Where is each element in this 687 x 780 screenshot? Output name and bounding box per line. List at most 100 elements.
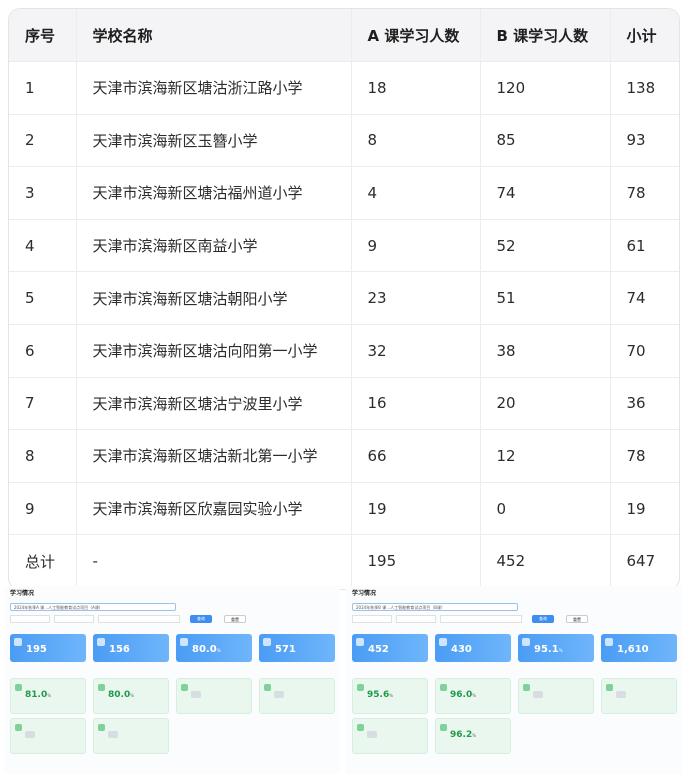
table-row: 1 天津市滨海新区塘沽浙江路小学 18 120 138 [9,61,679,115]
cell-subtotal: 78 [610,166,679,220]
cell-subtotal: 138 [610,61,679,115]
dashboard-title: 学习情况 [10,590,35,597]
region-select[interactable] [352,615,392,623]
cell-school-name: 天津市滨海新区玉簪小学 [76,114,352,168]
cell-b-count: 85 [480,114,611,168]
stat-card: 80.0% [176,634,252,662]
rate-card: 96.0% [435,678,511,714]
cell-school-name: 天津市滨海新区塘沽福州道小学 [76,166,352,220]
header-b-course-count[interactable]: B 课学习人数 [480,9,611,62]
course-select[interactable]: 2024年秋季A 课…人工智能教育试点项目（A课） [10,603,176,611]
table-row: 7 天津市滨海新区塘沽宁波里小学 16 20 36 [9,377,679,431]
cell-school-name: 天津市滨海新区欣嘉园实验小学 [76,482,352,536]
header-index[interactable]: 序号 [9,9,77,62]
cell-index: 7 [9,377,77,431]
header-a-course-count[interactable]: A 课学习人数 [351,9,481,62]
doc-icon [98,684,105,691]
cell-a-count: 23 [351,271,481,325]
chart-icon [522,638,530,646]
rate-card: 95.6% [352,678,428,714]
header-school-name[interactable]: 学校名称 [76,9,352,62]
doc-icon [264,684,271,691]
filter-row: 查询 重置 [352,615,672,624]
cell-b-count: 12 [480,429,611,483]
table-row: 6 天津市滨海新区塘沽向阳第一小学 32 38 70 [9,324,679,378]
doc-icon [181,684,188,691]
rate-card-empty [259,678,335,714]
people-icon [14,638,22,646]
rate-card-empty [93,718,169,754]
stat-card: 571 [259,634,335,662]
cell-grand-total: 647 [626,552,656,571]
b-course-dashboard-thumbnail: 学习情况 2024年秋季B 课…人工智能教育试点项目（B课） 查询 重置 452… [346,586,682,774]
rate-card-empty [518,678,594,714]
table-row: 3 天津市滨海新区塘沽福州道小学 4 74 78 [9,166,679,220]
cell-subtotal: 19 [610,482,679,536]
rate-card: 81.0% [10,678,86,714]
cell-total-label: 总计 [9,534,77,587]
doc-icon [15,724,22,731]
cell-b-total: 452 [480,534,611,587]
table-row: 4 天津市滨海新区南益小学 9 52 61 [9,219,679,273]
cell-index: 3 [9,166,77,220]
cell-school-name: 天津市滨海新区塘沽浙江路小学 [76,61,352,115]
doc-icon [98,724,105,731]
query-button[interactable]: 查询 [532,615,554,623]
reset-button[interactable]: 重置 [566,615,588,623]
cell-index: 6 [9,324,77,378]
cell-subtotal: 61 [610,219,679,273]
cell-index: 9 [9,482,77,536]
time-icon [605,638,613,646]
doc-icon [440,724,447,731]
cell-a-total: 195 [351,534,481,587]
school-select[interactable] [54,615,94,623]
cell-index: 8 [9,429,77,483]
region-select[interactable] [10,615,50,623]
header-subtotal[interactable]: 小计 [610,9,679,62]
rate-card-empty [352,718,428,754]
cell-a-count: 18 [351,61,481,115]
query-button[interactable]: 查询 [190,615,212,623]
rate-card-empty [10,718,86,754]
cell-school-name: 天津市滨海新区塘沽向阳第一小学 [76,324,352,378]
course-select[interactable]: 2024年秋季B 课…人工智能教育试点项目（B课） [352,603,518,611]
cell-b-count: 52 [480,219,611,273]
cell-index: 1 [9,61,77,115]
doc-icon [440,684,447,691]
rate-card: 96.2% [435,718,511,754]
cell-a-count: 19 [351,482,481,536]
cell-index: 5 [9,271,77,325]
cell-b-count: 51 [480,271,611,325]
cell-subtotal: 70 [610,324,679,378]
keyword-input[interactable] [440,615,522,623]
school-stats-table-card: 序号 学校名称 A 课学习人数 B 课学习人数 小计 1 天津市滨海新区塘沽浙江… [8,8,680,590]
people-icon [356,638,364,646]
cell-school-name: 天津市滨海新区南益小学 [76,219,352,273]
doc-icon [357,684,364,691]
dashboard-title: 学习情况 [352,590,377,597]
cell-a-count: 16 [351,377,481,431]
cell-a-count: 8 [351,114,481,168]
reset-button[interactable]: 重置 [224,615,246,623]
cell-b-count: 120 [480,61,611,115]
cell-b-count: 38 [480,324,611,378]
cell-index: 4 [9,219,77,273]
stat-card: 195 [10,634,86,662]
stat-card: 452 [352,634,428,662]
table-row: 5 天津市滨海新区塘沽朝阳小学 23 51 74 [9,271,679,325]
a-course-dashboard-thumbnail: 学习情况 2024年秋季A 课…人工智能教育试点项目（A课） 查询 重置 195… [4,586,340,774]
cell-a-count: 4 [351,166,481,220]
rate-card-empty [176,678,252,714]
cell-school-name: 天津市滨海新区塘沽新北第一小学 [76,429,352,483]
rate-card-empty [601,678,677,714]
cell-b-count: 74 [480,166,611,220]
cell-subtotal: 93 [610,114,679,168]
school-select[interactable] [396,615,436,623]
cell-a-count: 32 [351,324,481,378]
stat-card: 95.1% [518,634,594,662]
people-icon [97,638,105,646]
keyword-input[interactable] [98,615,180,623]
cell-school-name: 天津市滨海新区塘沽宁波里小学 [76,377,352,431]
rate-card: 80.0% [93,678,169,714]
table-total-row: 总计 - 195 452 647 [9,534,679,587]
